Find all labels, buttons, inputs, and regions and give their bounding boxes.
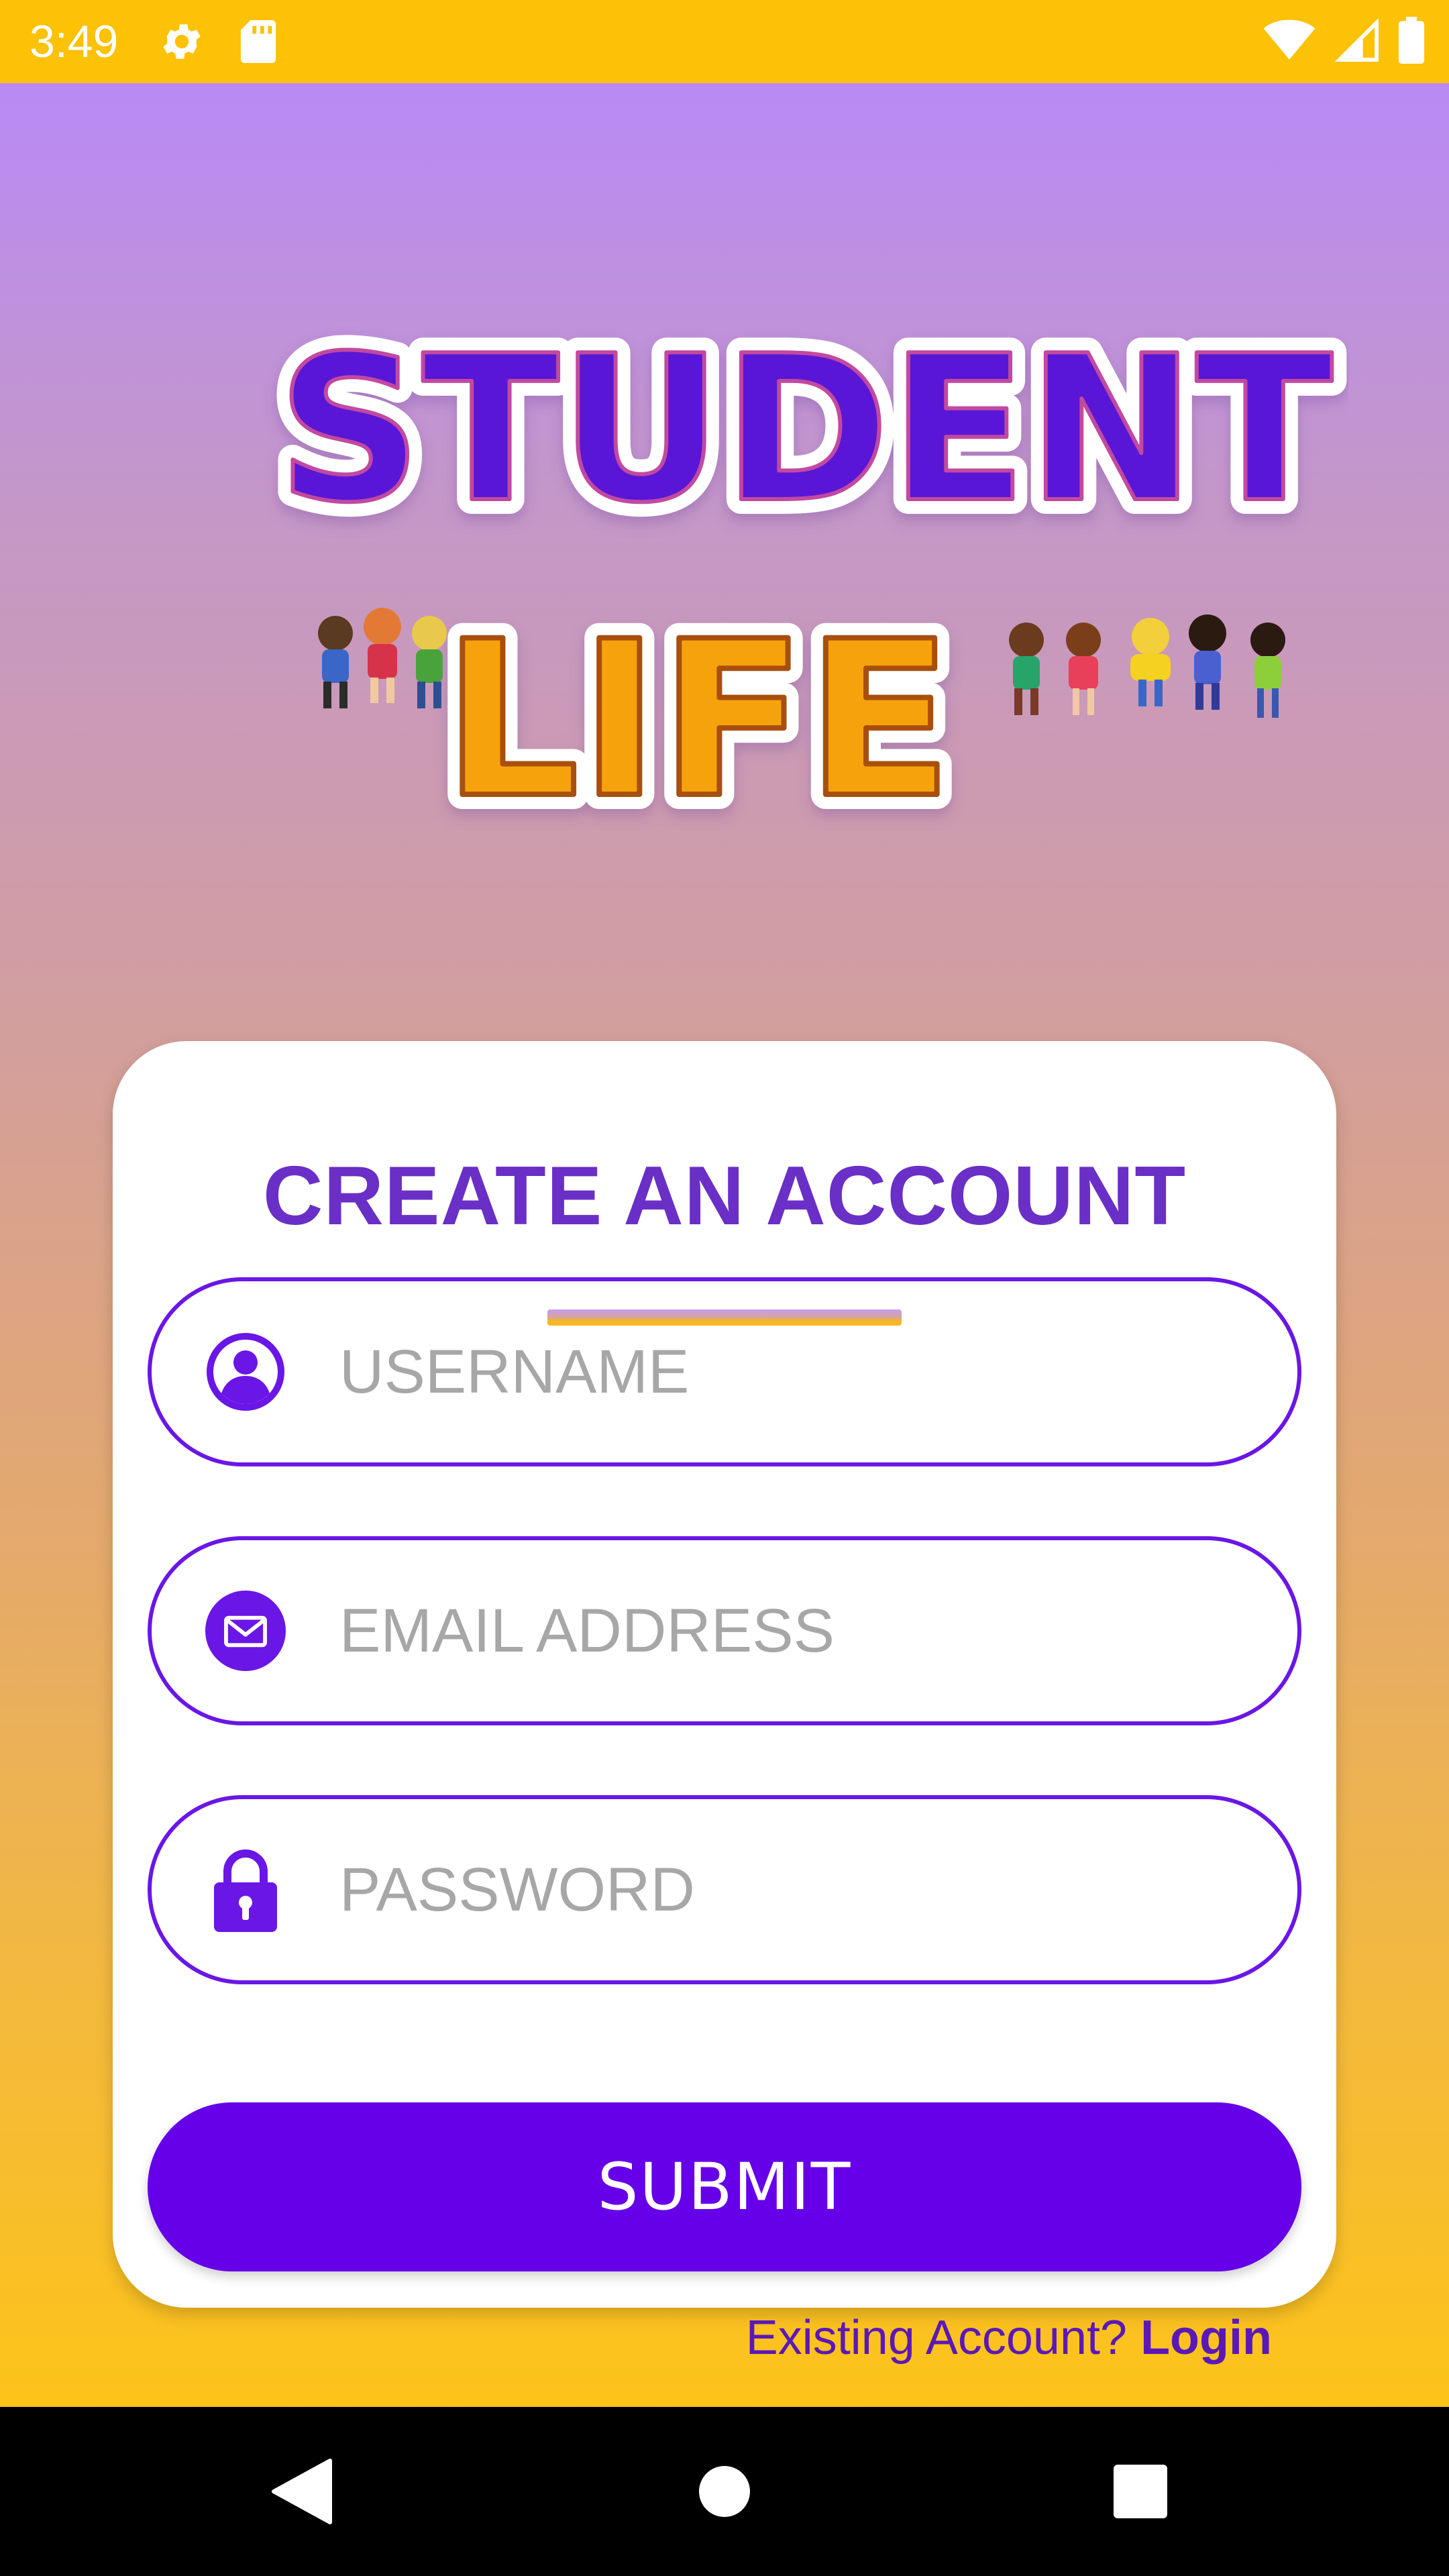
kids-left-illustration xyxy=(318,608,447,708)
status-time: 3:49 xyxy=(30,16,119,67)
password-field[interactable] xyxy=(148,1795,1301,1984)
submit-button[interactable]: SUBMIT xyxy=(148,2102,1301,2271)
sd-card-icon xyxy=(239,18,278,65)
kids-right-illustration xyxy=(1009,614,1285,718)
gear-icon xyxy=(158,18,205,65)
home-icon[interactable] xyxy=(657,2407,792,2576)
wifi-icon xyxy=(1263,19,1316,64)
screen: 3:49 STUDENT STUDENT LIFE LIFE CREATE AN… xyxy=(0,0,1449,2576)
battery-icon xyxy=(1398,17,1425,66)
email-field[interactable] xyxy=(148,1536,1301,1725)
form-title: CREATE AN ACCOUNT xyxy=(262,1150,1187,1242)
signup-card: CREATE AN ACCOUNT USERNAME EMAIL ADDRESS… xyxy=(113,1041,1336,2365)
lock-icon xyxy=(205,1849,286,1932)
back-icon[interactable] xyxy=(235,2407,369,2576)
username-field[interactable] xyxy=(148,1277,1301,1466)
status-bar: 3:49 xyxy=(0,0,1449,83)
user-icon xyxy=(205,1332,286,1412)
username-input[interactable] xyxy=(339,1336,1212,1407)
existing-account-text: Existing Account? xyxy=(745,2311,1128,2365)
student-life-logo: STUDENT STUDENT LIFE LIFE xyxy=(262,298,1348,860)
app-background: STUDENT STUDENT LIFE LIFE CREATE AN ACCO… xyxy=(0,83,1449,2407)
signal-icon xyxy=(1334,17,1379,64)
recents-icon[interactable] xyxy=(1073,2407,1208,2576)
system-nav-bar xyxy=(0,2407,1449,2576)
email-input[interactable] xyxy=(339,1595,1212,1666)
email-icon xyxy=(205,1591,286,1671)
password-input[interactable] xyxy=(339,1854,1212,1925)
logo-line2-text: LIFE xyxy=(443,596,953,845)
login-link[interactable]: Login xyxy=(1140,2311,1272,2365)
existing-account-line: Existing Account? Login xyxy=(746,2310,1272,2365)
logo-line1-text: STUDENT xyxy=(277,313,1334,547)
